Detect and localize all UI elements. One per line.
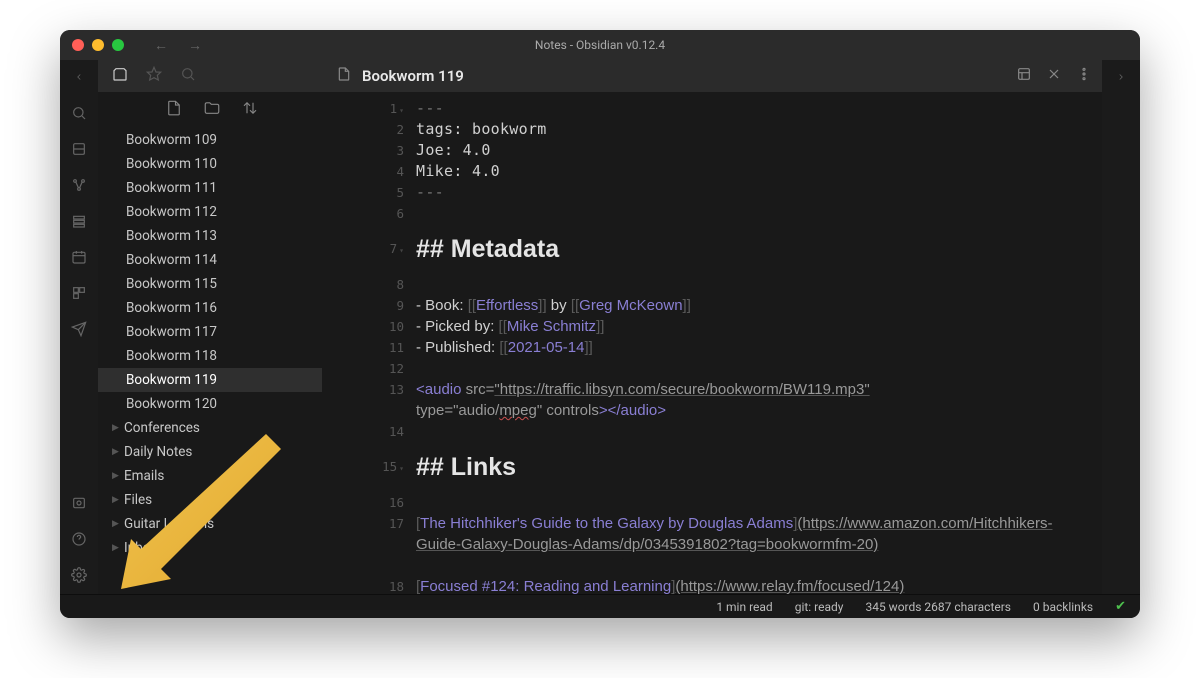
blank-line (416, 492, 1092, 513)
file-item[interactable]: Bookworm 109 (98, 128, 322, 152)
star-tab-icon[interactable] (146, 66, 162, 86)
window-maximize[interactable] (112, 39, 124, 51)
editor-pane: Bookworm 119 1▾234567▾89101112131415▾161… (326, 60, 1102, 594)
collapse-right-icon[interactable] (1112, 68, 1130, 86)
new-folder-icon[interactable] (203, 99, 221, 121)
left-ribbon (60, 60, 98, 594)
search-tab-icon[interactable] (180, 66, 196, 86)
traffic-lights (72, 39, 124, 51)
help-icon[interactable] (70, 530, 88, 548)
frontmatter-open: --- (416, 98, 1092, 119)
statusbar: 1 min read git: ready 345 words 2687 cha… (60, 594, 1140, 618)
blank-line (416, 421, 1092, 442)
graph-icon[interactable] (70, 176, 88, 194)
meta-published: - Published: [[2021-05-14]] (416, 337, 1092, 358)
file-item[interactable]: Bookworm 113 (98, 224, 322, 248)
nav-forward[interactable]: → (188, 37, 202, 54)
folder-item[interactable]: ▶Daily Notes (98, 440, 322, 464)
file-item[interactable]: Bookworm 115 (98, 272, 322, 296)
file-item[interactable]: Bookworm 118 (98, 344, 322, 368)
settings-icon[interactable] (70, 566, 88, 584)
folder-item[interactable]: ▶Guitar Lessons (98, 512, 322, 536)
file-item[interactable]: Bookworm 111 (98, 176, 322, 200)
blank-line (416, 274, 1092, 295)
status-words: 345 words 2687 characters (865, 600, 1011, 614)
close-tab-icon[interactable] (1046, 66, 1062, 86)
file-item[interactable]: Bookworm 117 (98, 320, 322, 344)
vault-icon[interactable] (70, 494, 88, 512)
file-tree[interactable]: Bookworm 109Bookworm 110Bookworm 111Book… (98, 128, 326, 594)
search-icon[interactable] (70, 104, 88, 122)
templates-icon[interactable] (70, 284, 88, 302)
status-synced-icon: ✔ (1115, 599, 1126, 614)
window-minimize[interactable] (92, 39, 104, 51)
file-explorer-tab-icon[interactable] (112, 66, 128, 86)
new-file-icon[interactable] (165, 99, 183, 121)
window-title: Notes - Obsidian v0.12.4 (535, 38, 665, 52)
line-gutter: 1▾234567▾89101112131415▾161718 (326, 92, 416, 594)
status-backlinks: 0 backlinks (1033, 600, 1093, 614)
editor-title: Bookworm 119 (362, 67, 464, 85)
heading-metadata: ## Metadata (416, 224, 1092, 274)
blank-line (416, 358, 1092, 379)
editor-content[interactable]: --- tags: bookworm Joe: 4.0 Mike: 4.0 --… (416, 92, 1102, 594)
file-item[interactable]: Bookworm 116 (98, 296, 322, 320)
stack-icon[interactable] (70, 212, 88, 230)
sort-icon[interactable] (241, 99, 259, 121)
status-git: git: ready (795, 600, 844, 614)
file-item[interactable]: Bookworm 112 (98, 200, 322, 224)
file-item[interactable]: Bookworm 119 (98, 368, 322, 392)
folder-item[interactable]: ▶Emails (98, 464, 322, 488)
nav-back[interactable]: ← (154, 37, 168, 54)
frontmatter-mike: Mike: 4.0 (416, 161, 1092, 182)
titlebar: ← → Notes - Obsidian v0.12.4 (60, 30, 1140, 60)
folder-item[interactable]: ▶Conferences (98, 416, 322, 440)
file-item[interactable]: Bookworm 110 (98, 152, 322, 176)
collapse-left-icon[interactable] (70, 68, 88, 86)
status-readtime: 1 min read (716, 600, 772, 614)
quick-switcher-icon[interactable] (70, 140, 88, 158)
document-icon (336, 66, 352, 86)
more-icon[interactable] (1076, 66, 1092, 86)
app-window: ← → Notes - Obsidian v0.12.4 (60, 30, 1140, 618)
send-icon[interactable] (70, 320, 88, 338)
window-close[interactable] (72, 39, 84, 51)
heading-links: ## Links (416, 442, 1092, 492)
frontmatter-tags: tags: bookworm (416, 119, 1092, 140)
audio-line-1: <audio src="https://traffic.libsyn.com/s… (416, 379, 1092, 400)
frontmatter-close: --- (416, 182, 1092, 203)
preview-icon[interactable] (1016, 66, 1032, 86)
meta-picked: - Picked by: [[Mike Schmitz]] (416, 316, 1092, 337)
calendar-icon[interactable] (70, 248, 88, 266)
link-1: [The Hitchhiker's Guide to the Galaxy by… (416, 513, 1092, 576)
link-2: [Focused #124: Reading and Learning](htt… (416, 576, 1092, 594)
file-sidebar: Bookworm 109Bookworm 110Bookworm 111Book… (98, 60, 326, 594)
file-item[interactable]: Bookworm 120 (98, 392, 322, 416)
folder-item[interactable]: ▶Inbox (98, 536, 322, 560)
editor-body[interactable]: 1▾234567▾89101112131415▾161718 --- tags:… (326, 92, 1102, 594)
file-item[interactable]: Bookworm 114 (98, 248, 322, 272)
right-ribbon (1102, 60, 1140, 594)
frontmatter-joe: Joe: 4.0 (416, 140, 1092, 161)
meta-book: - Book: [[Effortless]] by [[Greg McKeown… (416, 295, 1092, 316)
folder-item[interactable]: ▶Files (98, 488, 322, 512)
audio-line-2: type="audio/mpeg" controls></audio> (416, 400, 1092, 421)
blank-line (416, 203, 1092, 224)
